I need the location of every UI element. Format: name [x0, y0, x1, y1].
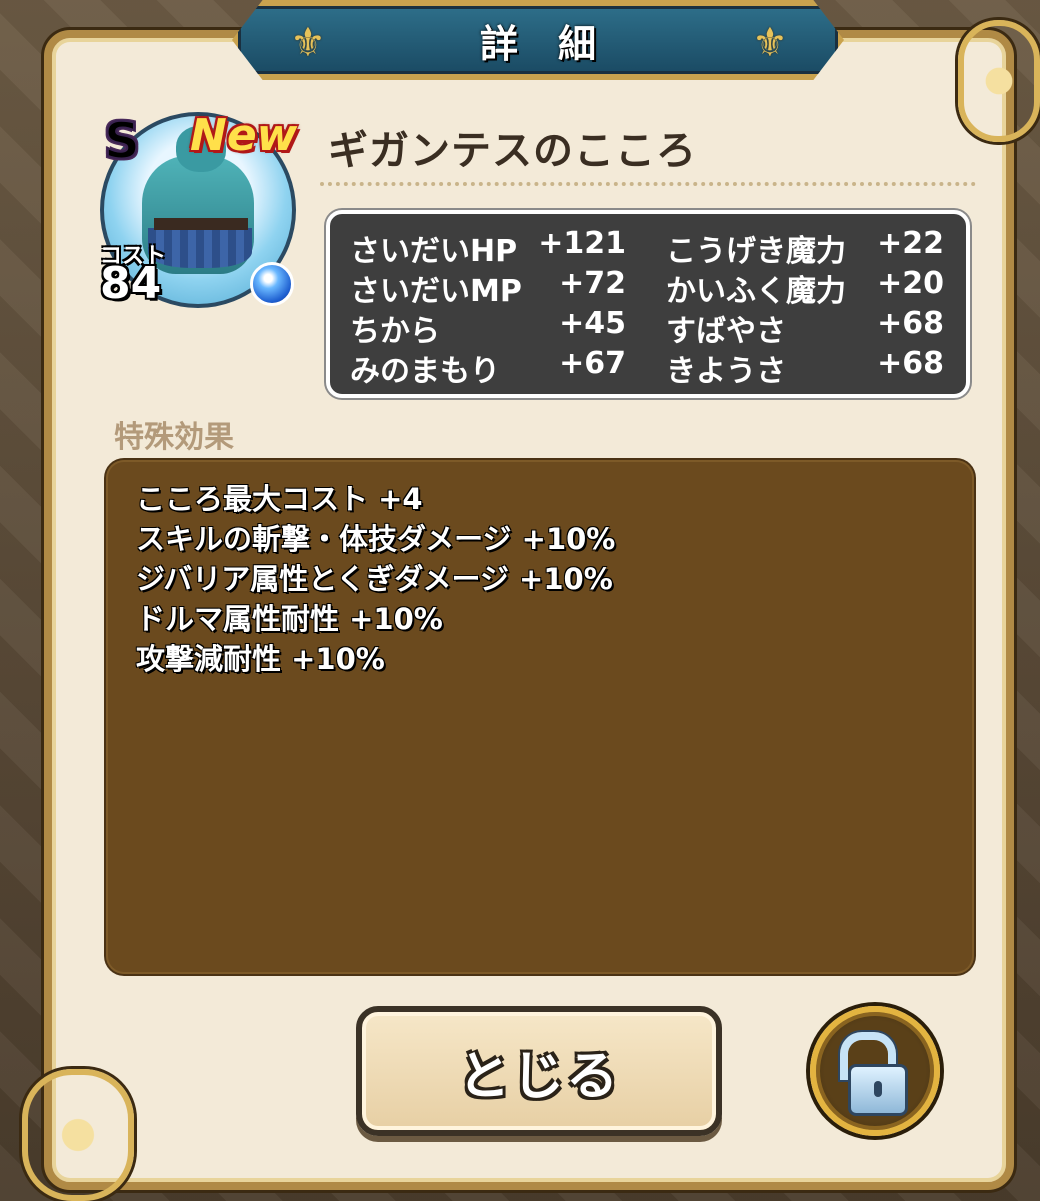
effect-line: スキルの斬撃・体技ダメージ +10%: [136, 522, 616, 556]
close-button-label: とじる: [457, 1046, 620, 1107]
lock-toggle-button[interactable]: [810, 1006, 940, 1136]
stat-label: かいふく魔力: [666, 274, 846, 309]
monster-belt: [154, 218, 248, 230]
stat-label: こうげき魔力: [666, 234, 846, 269]
effect-line: ドルマ属性耐性 +10%: [136, 602, 443, 636]
stat-row: さいだいHP +121 こうげき魔力 +22: [330, 226, 966, 269]
special-effects-heading: 特殊効果: [114, 420, 234, 455]
item-name: ギガンテスのこころ: [328, 128, 697, 174]
stat-label: さいだいMP: [350, 274, 522, 309]
stat-value: +22: [877, 226, 944, 261]
stat-value: +67: [559, 346, 626, 381]
stat-label: すばやさ: [666, 314, 786, 349]
stat-label: さいだいHP: [350, 234, 518, 269]
stat-value: +20: [877, 266, 944, 301]
dialog-title: 詳細: [479, 21, 636, 66]
stat-value: +45: [559, 306, 626, 341]
effect-line: 攻撃減耐性 +10%: [136, 642, 385, 676]
new-badge: New: [190, 110, 298, 161]
stat-row: さいだいMP +72 かいふく魔力 +20: [330, 266, 966, 309]
effect-line: こころ最大コスト +4: [136, 482, 423, 516]
rank-badge: S: [103, 111, 141, 171]
blue-orb-icon: [250, 262, 294, 306]
keyhole: [874, 1081, 882, 1097]
corner-ornament-bottom-left: [22, 1069, 134, 1201]
stat-value: +121: [538, 226, 626, 261]
stat-row: みのまもり +67 きようさ +68: [330, 346, 966, 389]
fleur-de-lis-icon: ⚜: [290, 20, 326, 66]
stat-label: ちから: [350, 314, 440, 349]
corner-ornament-top-right: [958, 20, 1040, 142]
special-effects-panel: こころ最大コスト +4 スキルの斬撃・体技ダメージ +10% ジバリア属性とくぎ…: [106, 460, 974, 974]
lock-body: [848, 1064, 908, 1116]
divider: [320, 182, 976, 186]
fleur-de-lis-icon: ⚜: [752, 20, 788, 66]
stat-value: +68: [877, 306, 944, 341]
stats-panel: さいだいHP +121 こうげき魔力 +22 さいだいMP +72 かいふく魔力…: [326, 210, 970, 398]
stat-value: +72: [559, 266, 626, 301]
close-button[interactable]: とじる: [356, 1006, 722, 1136]
stat-label: きようさ: [666, 354, 786, 389]
stat-label: みのまもり: [350, 354, 500, 389]
cost-value: 84: [100, 258, 162, 309]
stat-value: +68: [877, 346, 944, 381]
stat-row: ちから +45 すばやさ +68: [330, 306, 966, 349]
effect-line: ジバリア属性とくぎダメージ +10%: [136, 562, 613, 596]
